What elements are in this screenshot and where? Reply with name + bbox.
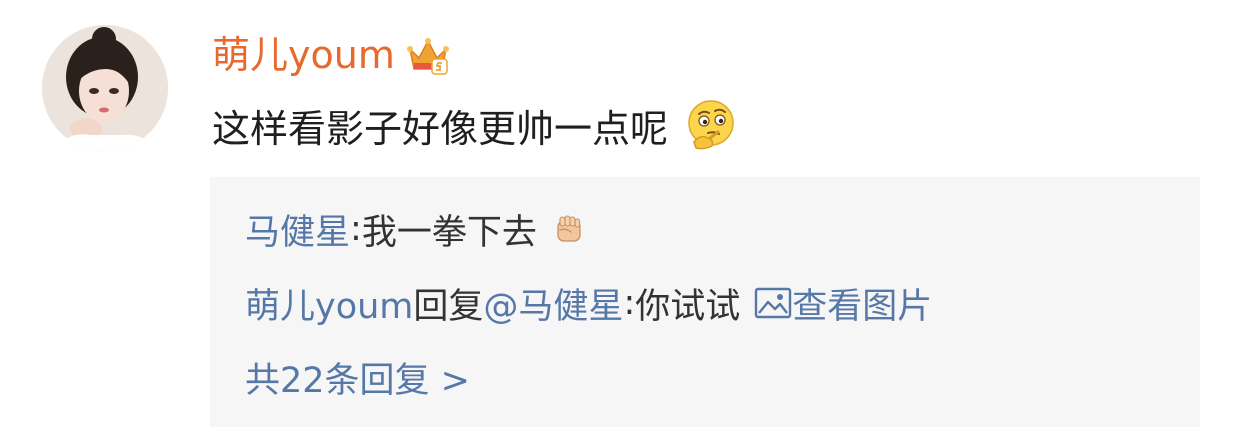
username[interactable]: 萌儿youm	[212, 28, 395, 82]
more-replies-row: 共22条回复 >	[245, 349, 470, 405]
reply-mention[interactable]: @马健星	[483, 278, 623, 329]
view-image-link[interactable]: 查看图片	[792, 278, 932, 329]
more-replies-link[interactable]: 共22条回复 >	[245, 352, 470, 403]
avatar-image	[42, 25, 168, 151]
reply-item: 马健星 : 我一拳下去	[245, 201, 587, 257]
reply-separator: :	[623, 283, 636, 323]
reply-verb: 回复	[413, 286, 484, 327]
reply-author[interactable]: 萌儿youm	[245, 278, 413, 329]
vip-crown-icon	[405, 32, 451, 78]
fist-icon	[551, 211, 587, 247]
comment-text: 这样看影子好像更帅一点呢	[212, 106, 669, 151]
avatar[interactable]	[42, 25, 168, 151]
image-icon[interactable]	[754, 286, 792, 320]
thinking-face-icon	[684, 98, 738, 152]
reply-text: 我一拳下去	[361, 212, 537, 253]
username-row: 萌儿youm	[212, 28, 451, 82]
reply-author[interactable]: 马健星	[245, 204, 350, 255]
reply-item: 萌儿youm 回复 @马健星 : 你试试 查看图片	[245, 275, 932, 331]
replies-box: 马健星 : 我一拳下去 萌儿youm 回复 @马健星 : 你试试 查看图片 共2…	[210, 177, 1200, 427]
comment-item: 萌儿youm 这样看影子好像更帅一点呢 马健星: 我一拳下去 萌儿youm 回…	[0, 0, 1242, 429]
reply-separator: :	[350, 209, 362, 249]
reply-text: 你试试	[635, 286, 741, 327]
comment-body: 这样看影子好像更帅一点呢	[212, 95, 738, 155]
